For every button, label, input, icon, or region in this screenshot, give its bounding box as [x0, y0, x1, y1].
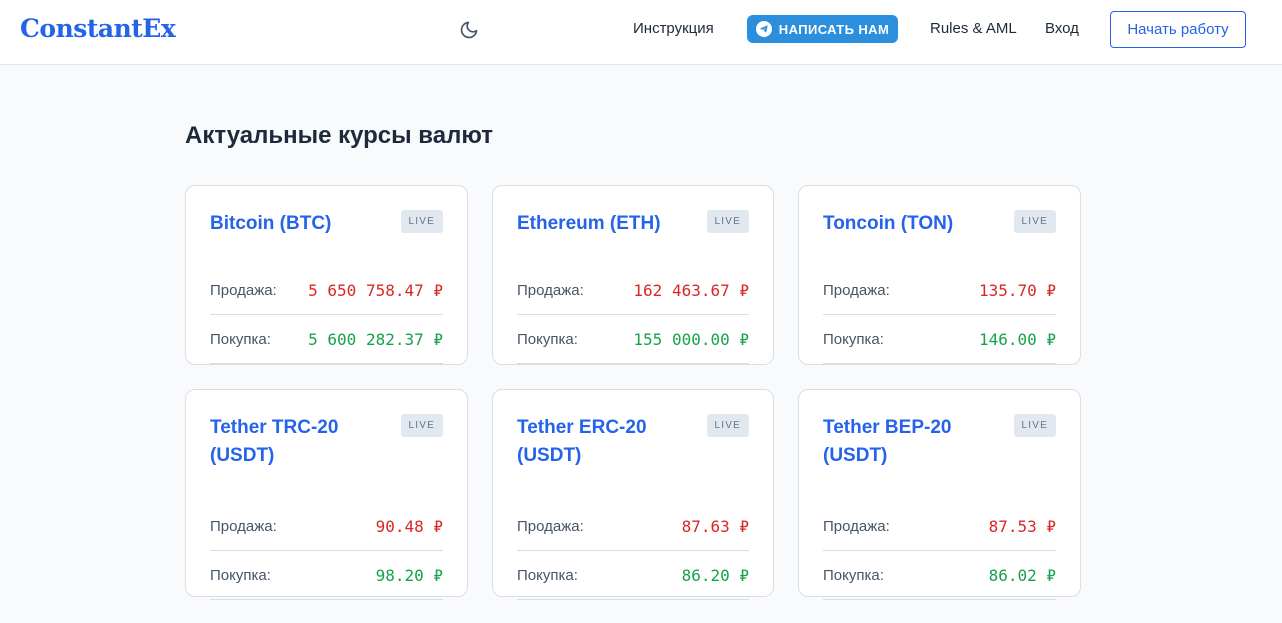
- logo[interactable]: ConstantEx: [20, 14, 176, 43]
- buy-row: Покупка: 5 600 282.37 ₽: [210, 315, 443, 364]
- theme-toggle-button[interactable]: [457, 18, 481, 42]
- sell-row: Продажа: 87.53 ₽: [823, 502, 1056, 551]
- sell-label: Продажа:: [823, 281, 890, 299]
- nav-rules-link[interactable]: Rules & AML: [930, 20, 1017, 37]
- sell-value: 87.63 ₽: [681, 516, 749, 536]
- buy-label: Покупка:: [517, 566, 578, 584]
- sell-label: Продажа:: [517, 281, 584, 299]
- sell-row: Продажа: 135.70 ₽: [823, 266, 1056, 315]
- site-header: ConstantEx Инструкция НАПИСАТЬ НАМ Rules…: [0, 0, 1282, 65]
- currency-name[interactable]: Tether ERC-20 (USDT): [517, 414, 677, 470]
- nav-login-link[interactable]: Вход: [1045, 20, 1079, 37]
- sell-row: Продажа: 5 650 758.47 ₽: [210, 266, 443, 315]
- buy-label: Покупка:: [823, 330, 884, 348]
- sell-label: Продажа:: [210, 281, 277, 299]
- sell-value: 5 650 758.47 ₽: [308, 280, 443, 300]
- moon-icon: [460, 21, 478, 39]
- rate-card-usdt-bep20: Tether BEP-20 (USDT) LIVE Продажа: 87.53…: [798, 389, 1081, 600]
- sell-row: Продажа: 87.63 ₽: [517, 502, 749, 551]
- page-title: Актуальные курсы валют: [185, 122, 493, 149]
- sell-value: 162 463.67 ₽: [633, 280, 749, 300]
- rate-card-eth: Ethereum (ETH) LIVE Продажа: 162 463.67 …: [492, 185, 774, 365]
- live-badge: LIVE: [1013, 414, 1056, 437]
- telegram-contact-button[interactable]: НАПИСАТЬ НАМ: [747, 15, 898, 43]
- currency-name[interactable]: Tether TRC-20 (USDT): [210, 414, 370, 470]
- sell-row: Продажа: 162 463.67 ₽: [517, 266, 749, 315]
- buy-row: Покупка: 86.02 ₽: [823, 551, 1056, 600]
- buy-row: Покупка: 86.20 ₽: [517, 551, 749, 600]
- nav-instructions-link[interactable]: Инструкция: [633, 20, 714, 37]
- live-badge: LIVE: [1013, 210, 1056, 233]
- sell-value: 87.53 ₽: [988, 516, 1056, 536]
- telegram-button-label: НАПИСАТЬ НАМ: [778, 21, 890, 37]
- telegram-icon: [755, 21, 772, 37]
- rate-card-usdt-trc20: Tether TRC-20 (USDT) LIVE Продажа: 90.48…: [185, 389, 468, 600]
- sell-value: 135.70 ₽: [978, 280, 1056, 300]
- sell-label: Продажа:: [823, 517, 890, 535]
- sell-label: Продажа:: [210, 517, 277, 535]
- buy-value: 146.00 ₽: [978, 329, 1056, 349]
- rate-card-btc: Bitcoin (BTC) LIVE Продажа: 5 650 758.47…: [185, 185, 468, 365]
- rate-card-usdt-erc20: Tether ERC-20 (USDT) LIVE Продажа: 87.63…: [492, 389, 774, 600]
- currency-name[interactable]: Ethereum (ETH): [517, 210, 677, 238]
- rate-card-ton: Toncoin (TON) LIVE Продажа: 135.70 ₽ Пок…: [798, 185, 1081, 365]
- sell-row: Продажа: 90.48 ₽: [210, 502, 443, 551]
- buy-label: Покупка:: [210, 330, 271, 348]
- live-badge: LIVE: [400, 414, 443, 437]
- buy-value: 5 600 282.37 ₽: [308, 329, 443, 349]
- buy-value: 155 000.00 ₽: [633, 329, 749, 349]
- sell-label: Продажа:: [517, 517, 584, 535]
- currency-name[interactable]: Bitcoin (BTC): [210, 210, 370, 238]
- buy-label: Покупка:: [517, 330, 578, 348]
- buy-value: 98.20 ₽: [375, 565, 443, 585]
- live-badge: LIVE: [706, 210, 749, 233]
- buy-row: Покупка: 146.00 ₽: [823, 315, 1056, 364]
- buy-label: Покупка:: [823, 566, 884, 584]
- start-work-button[interactable]: Начать работу: [1110, 11, 1246, 48]
- buy-row: Покупка: 155 000.00 ₽: [517, 315, 749, 364]
- buy-value: 86.20 ₽: [681, 565, 749, 585]
- live-badge: LIVE: [400, 210, 443, 233]
- currency-name[interactable]: Tether BEP-20 (USDT): [823, 414, 983, 470]
- buy-value: 86.02 ₽: [988, 565, 1056, 585]
- buy-label: Покупка:: [210, 566, 271, 584]
- live-badge: LIVE: [706, 414, 749, 437]
- buy-row: Покупка: 98.20 ₽: [210, 551, 443, 600]
- sell-value: 90.48 ₽: [375, 516, 443, 536]
- currency-name[interactable]: Toncoin (TON): [823, 210, 983, 238]
